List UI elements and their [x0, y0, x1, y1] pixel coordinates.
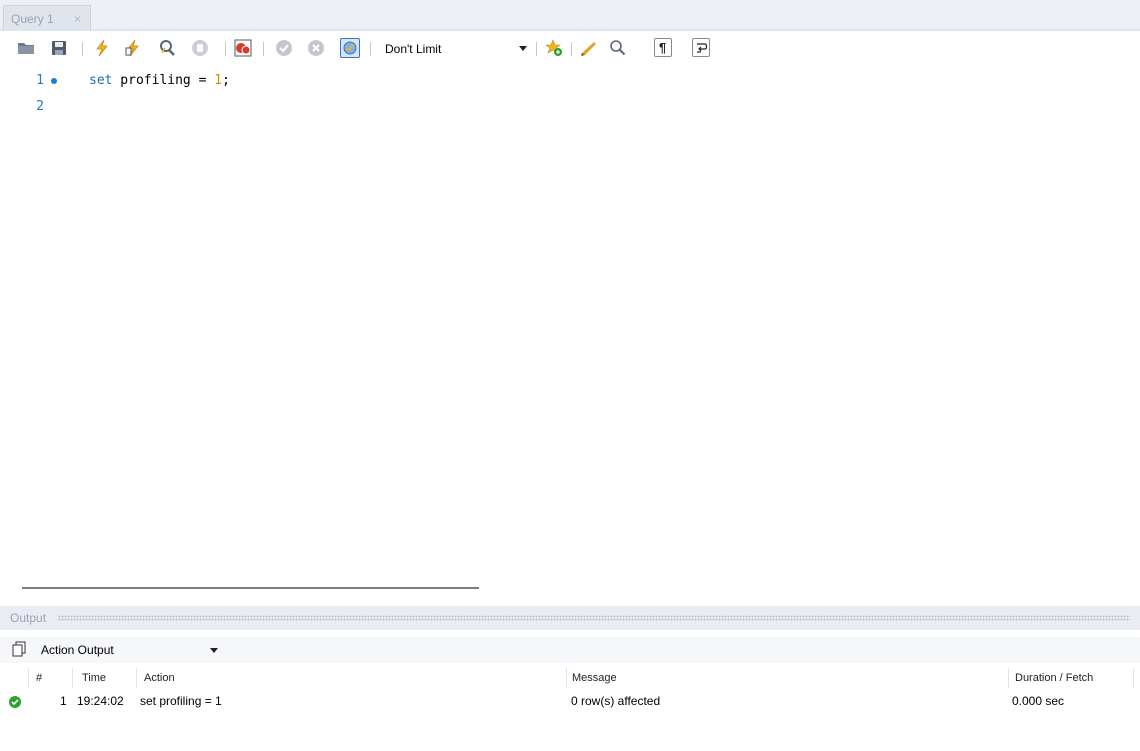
column-divider[interactable]	[72, 668, 73, 688]
row-index: 1	[60, 694, 67, 708]
horizontal-scrollbar[interactable]	[22, 587, 479, 589]
output-table-header: # Time Action Message Duration / Fetch	[0, 668, 1140, 688]
column-header-action[interactable]: Action	[144, 672, 175, 684]
autocommit-icon	[343, 41, 357, 55]
editor-toolbar: Don't Limit ¶	[0, 34, 1140, 64]
row-duration: 0.000 sec	[1012, 694, 1065, 708]
line-number: 2	[36, 99, 44, 114]
column-divider[interactable]	[1008, 668, 1009, 688]
wrap-lines-button[interactable]	[692, 38, 710, 57]
column-header-index[interactable]: #	[36, 672, 42, 684]
success-check-icon	[9, 696, 21, 708]
add-snippet-icon[interactable]	[545, 39, 563, 57]
column-divider[interactable]	[136, 668, 137, 688]
execute-current-icon[interactable]	[124, 39, 142, 57]
column-header-message[interactable]: Message	[572, 672, 617, 684]
tab-label: Query 1	[11, 12, 54, 26]
pilcrow-icon: ¶	[659, 40, 667, 55]
tab-query-1[interactable]: Query 1 ×	[3, 5, 91, 31]
table-row[interactable]: 1 19:24:02 set profiling = 1 0 row(s) af…	[0, 690, 1140, 712]
toolbar-separator	[536, 42, 537, 56]
find-icon[interactable]	[609, 39, 627, 57]
output-panel-header: Output	[0, 606, 1140, 630]
chevron-down-icon	[519, 46, 527, 51]
invisible-chars-button[interactable]: ¶	[654, 38, 672, 57]
toolbar-separator	[370, 42, 371, 56]
row-message: 0 row(s) affected	[571, 694, 661, 708]
toolbar-separator	[263, 42, 264, 56]
number-literal: 1	[214, 73, 223, 88]
toolbar-separator	[82, 42, 83, 56]
save-icon[interactable]	[50, 39, 68, 57]
copy-icon[interactable]	[11, 641, 27, 657]
sql-editor[interactable]: 1 set profiling = 1; 2	[0, 66, 1140, 578]
open-file-icon[interactable]	[17, 39, 35, 57]
wrap-lines-icon	[697, 43, 708, 53]
column-header-time[interactable]: Time	[82, 672, 106, 684]
rollback-icon[interactable]	[307, 39, 325, 57]
chevron-down-icon	[210, 648, 218, 653]
row-action: set profiling = 1	[140, 694, 222, 708]
autocommit-button[interactable]	[340, 38, 360, 58]
code-terminator: ;	[222, 73, 230, 88]
toolbar-separator	[571, 42, 572, 56]
column-header-duration[interactable]: Duration / Fetch	[1015, 672, 1093, 684]
tab-bar: Query 1 ×	[0, 0, 1140, 31]
code-text: set profiling = 1;	[89, 70, 230, 92]
keyword: set	[89, 73, 113, 88]
code-segment: profiling =	[112, 73, 215, 88]
statement-marker-icon[interactable]	[51, 78, 57, 84]
output-type-value: Action Output	[41, 643, 114, 657]
panel-grip[interactable]	[58, 615, 1130, 621]
output-toolbar: Action Output	[0, 637, 1140, 663]
output-type-select[interactable]: Action Output	[36, 640, 226, 660]
beautify-icon[interactable]	[580, 39, 598, 57]
close-icon[interactable]: ×	[74, 6, 81, 32]
output-title: Output	[10, 611, 47, 625]
row-time: 19:24:02	[77, 694, 124, 708]
execute-icon[interactable]	[93, 39, 111, 57]
limit-value: Don't Limit	[385, 42, 442, 56]
line-number: 1	[36, 73, 44, 88]
toggle-error-stop-icon[interactable]	[234, 39, 252, 57]
commit-icon[interactable]	[275, 39, 293, 57]
column-divider[interactable]	[566, 668, 567, 688]
stop-icon[interactable]	[191, 39, 209, 57]
column-divider[interactable]	[1133, 668, 1134, 688]
explain-icon[interactable]	[158, 39, 176, 57]
toolbar-separator	[225, 42, 226, 56]
column-divider[interactable]	[28, 668, 29, 688]
limit-rows-select[interactable]: Don't Limit	[379, 38, 539, 60]
